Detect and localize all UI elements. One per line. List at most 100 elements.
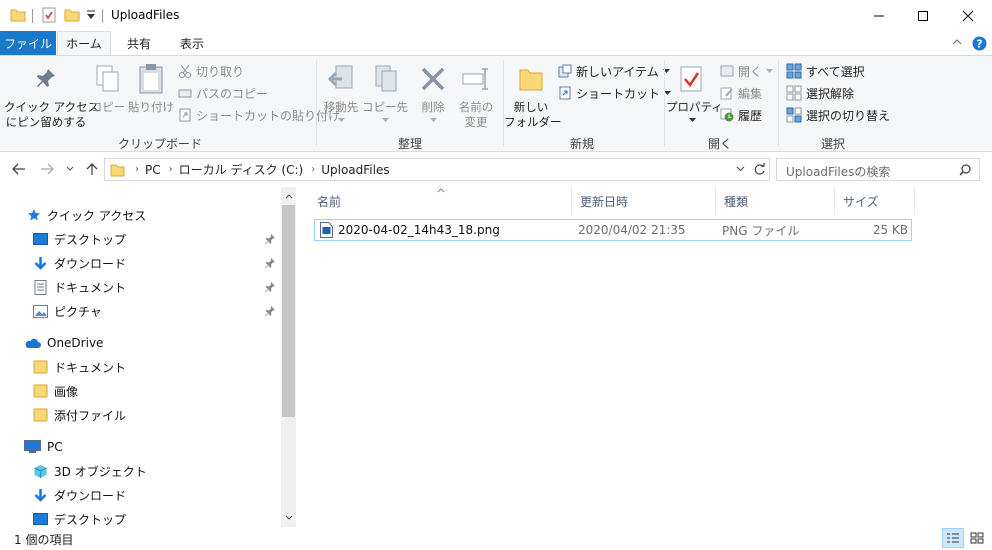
minimize-button[interactable] — [856, 0, 902, 31]
open-button[interactable]: 開く — [720, 62, 780, 80]
search-box[interactable]: UploadFilesの検索 — [776, 158, 980, 181]
nav-item-downloads[interactable]: ダウンロード — [0, 251, 280, 275]
forward-arrow-icon[interactable] — [40, 163, 54, 175]
breadcrumb-local-disk[interactable]: ローカル ディスク (C:) — [179, 161, 304, 178]
nav-quick-access[interactable]: クイック アクセス — [0, 203, 280, 227]
ribbon-home: クイック アクセス にピン留めする コピー 貼り付け 切り取り パスのコピー シ… — [0, 55, 992, 152]
nav-item-3d-objects[interactable]: 3D オブジェクト — [0, 459, 280, 483]
search-icon[interactable] — [959, 164, 971, 176]
rename-label-2: 変更 — [464, 115, 488, 129]
pictures-icon — [33, 304, 48, 318]
breadcrumb-uploadfiles[interactable]: UploadFiles — [321, 163, 389, 177]
history-button[interactable]: 履歴 — [720, 106, 780, 124]
tab-share[interactable]: 共有 — [115, 31, 163, 55]
nav-item-documents[interactable]: ドキュメント — [0, 275, 280, 299]
scroll-down-icon[interactable] — [285, 515, 293, 521]
properties-icon — [679, 65, 705, 93]
table-row[interactable]: 2020-04-02_14h43_18.png 2020/04/02 21:35… — [314, 219, 912, 241]
copy-path-button[interactable]: パスのコピー — [178, 84, 308, 102]
properties-quick-icon[interactable] — [41, 7, 57, 23]
maximize-button[interactable] — [900, 0, 946, 31]
folder-icon — [33, 360, 48, 374]
shortcut-button[interactable]: ショートカット — [558, 84, 672, 102]
nav-onedrive[interactable]: OneDrive — [0, 331, 280, 355]
properties-button[interactable]: プロパティ — [666, 60, 723, 132]
ribbon-tabs: ファイル ホーム 共有 表示 ? — [0, 31, 992, 55]
recent-locations-icon[interactable] — [66, 166, 74, 172]
large-icons-view-icon — [970, 532, 984, 544]
column-header-size[interactable]: サイズ — [835, 187, 915, 215]
delete-button[interactable]: 削除 — [412, 60, 454, 132]
copy-to-button[interactable]: コピー先 — [362, 60, 408, 132]
ribbon-collapse-icon[interactable] — [952, 38, 962, 46]
refresh-icon[interactable] — [753, 163, 766, 176]
invert-selection-button[interactable]: 選択の切り替え — [786, 106, 896, 124]
select-all-button[interactable]: すべて選択 — [786, 62, 896, 80]
nav-quick-access-label: クイック アクセス — [47, 208, 147, 223]
edit-button[interactable]: 編集 — [720, 84, 780, 102]
column-header-name[interactable]: 名前 — [309, 187, 572, 215]
nav-item-pictures[interactable]: ピクチャ — [0, 299, 280, 323]
customize-toolbar-icon[interactable] — [86, 9, 96, 21]
new-item-button[interactable]: 新しいアイテム — [558, 62, 670, 80]
delete-x-icon — [420, 66, 446, 92]
new-group-label: 新規 — [569, 137, 594, 151]
nav-pc-label: PC — [47, 440, 63, 454]
nav-item-onedrive-attachments[interactable]: 添付ファイル — [0, 403, 280, 427]
new-folder-quick-icon[interactable] — [64, 7, 80, 23]
nav-item-label: ドキュメント — [54, 280, 127, 295]
details-view-icon — [946, 532, 960, 544]
breadcrumb-chevron-icon[interactable]: › — [169, 164, 173, 175]
tab-view[interactable]: 表示 — [168, 31, 216, 55]
folder-icon — [10, 7, 26, 23]
history-icon — [720, 108, 734, 122]
paste-label: 貼り付け — [128, 100, 174, 114]
column-header-type[interactable]: 種類 — [716, 187, 835, 215]
breadcrumb-pc[interactable]: PC — [145, 163, 161, 177]
column-header-modified[interactable]: 更新日時 — [572, 187, 716, 215]
title-bar: UploadFiles — [0, 0, 992, 31]
nav-item-onedrive-images[interactable]: 画像 — [0, 379, 280, 403]
nav-item-label: 添付ファイル — [54, 408, 127, 423]
tab-file[interactable]: ファイル — [0, 31, 56, 55]
cloud-icon — [24, 338, 41, 349]
nav-item-onedrive-documents[interactable]: ドキュメント — [0, 355, 280, 379]
chevron-down-icon — [689, 118, 696, 123]
select-small-buttons: すべて選択 選択解除 選択の切り替え — [786, 62, 896, 124]
close-button[interactable] — [945, 0, 991, 31]
cut-button[interactable]: 切り取り — [178, 62, 308, 80]
copy-button[interactable]: コピー — [90, 60, 126, 132]
up-arrow-icon[interactable] — [86, 162, 98, 176]
move-to-button[interactable]: 移動先 — [320, 60, 362, 132]
help-icon[interactable]: ? — [972, 36, 987, 51]
select-none-button[interactable]: 選択解除 — [786, 84, 896, 102]
new-folder-icon — [518, 66, 544, 92]
new-folder-label-2: フォルダー — [504, 115, 562, 129]
nav-scrollbar-thumb[interactable] — [282, 205, 295, 417]
pin-label-1: クイック アクセス — [4, 100, 100, 114]
large-icons-view-button[interactable] — [966, 528, 988, 548]
scissors-icon — [178, 64, 192, 78]
pin-icon — [264, 281, 276, 293]
address-bar[interactable]: › PC › ローカル ディスク (C:) › UploadFiles — [104, 158, 770, 181]
nav-item-desktop[interactable]: デスクトップ — [0, 227, 280, 251]
pin-to-quick-access-button[interactable]: クイック アクセス にピン留めする — [4, 60, 100, 132]
nav-item-pc-downloads[interactable]: ダウンロード — [0, 483, 280, 507]
organize-group-label: 整理 — [397, 137, 422, 151]
back-arrow-icon[interactable] — [12, 163, 26, 175]
tab-home[interactable]: ホーム — [57, 31, 111, 55]
address-dropdown-icon[interactable] — [736, 166, 745, 172]
nav-onedrive-label: OneDrive — [47, 336, 104, 350]
column-header-label: 更新日時 — [580, 194, 629, 209]
breadcrumb-chevron-icon[interactable]: › — [135, 164, 139, 175]
paste-button[interactable]: 貼り付け — [128, 60, 174, 132]
nav-pc[interactable]: PC — [0, 435, 280, 459]
details-view-button[interactable] — [942, 528, 964, 548]
breadcrumb-chevron-icon[interactable]: › — [311, 164, 315, 175]
paste-shortcut-button[interactable]: ショートカットの貼り付け — [178, 106, 340, 124]
new-folder-button[interactable]: 新しい フォルダー — [504, 60, 562, 132]
rename-label-1: 名前の — [458, 100, 494, 114]
cut-label: 切り取り — [196, 64, 245, 79]
rename-button[interactable]: 名前の 変更 — [456, 60, 496, 132]
scroll-up-icon[interactable] — [285, 193, 293, 199]
